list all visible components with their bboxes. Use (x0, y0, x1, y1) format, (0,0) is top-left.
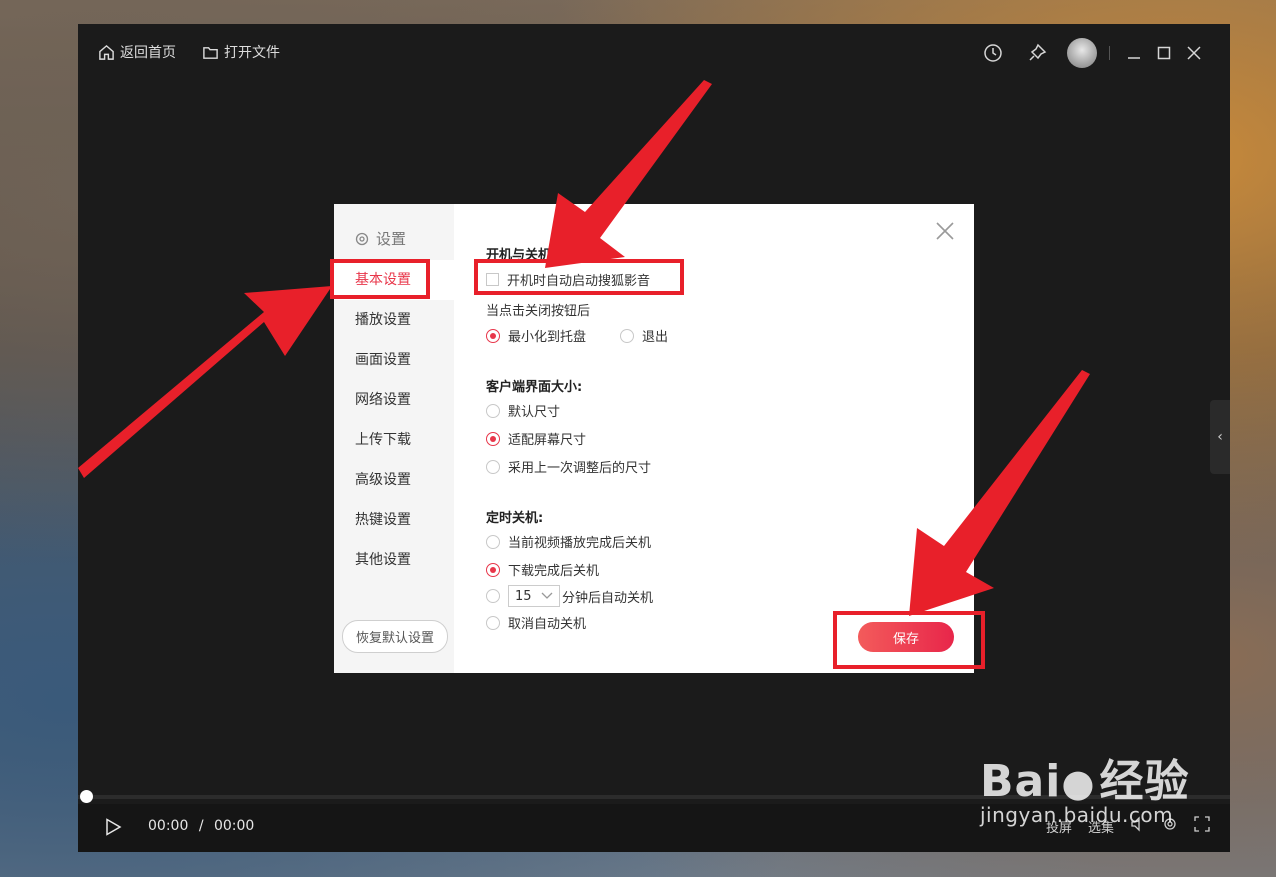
option-label: 适配屏幕尺寸 (508, 433, 587, 448)
option-label: 最小化到托盘 (508, 330, 587, 345)
option-label: 退出 (642, 330, 669, 345)
radio-button[interactable] (486, 562, 500, 577)
radio-default-size[interactable]: 默认尺寸 (486, 401, 560, 420)
radio-shutdown-after-download[interactable]: 下载完成后关机 (486, 560, 599, 579)
time-separator: / (198, 818, 204, 834)
nav-basic[interactable]: 基本设置 (334, 260, 454, 300)
time-current: 00:00 (148, 818, 189, 834)
time-display: 00:00 / 00:00 (148, 818, 254, 834)
minutes-select[interactable]: 15 (508, 585, 560, 607)
nav-playback[interactable]: 播放设置 (334, 300, 454, 340)
chevron-down-icon (541, 592, 553, 599)
radio-button[interactable] (486, 615, 500, 630)
settings-sidebar: 设置 基本设置 播放设置 画面设置 网络设置 上传下载 高级设置 热键设置 其他… (334, 204, 454, 673)
play-icon[interactable] (104, 818, 122, 840)
nav-other[interactable]: 其他设置 (334, 540, 454, 580)
checkbox[interactable] (486, 273, 499, 286)
nav-network[interactable]: 网络设置 (334, 380, 454, 420)
maximize-icon[interactable] (1150, 39, 1178, 67)
radio-minimize-tray[interactable]: 最小化到托盘 (486, 326, 586, 345)
watermark-logo: Bai●经验 (980, 745, 1189, 809)
watermark-url: jingyan.baidu.com (980, 803, 1174, 827)
radio-button[interactable] (486, 431, 500, 446)
startup-section-title: 开机与关机 (486, 248, 552, 263)
folder-icon (203, 46, 218, 59)
gear-icon (355, 232, 369, 245)
radio-shutdown-after-video[interactable]: 当前视频播放完成后关机 (486, 532, 651, 551)
radio-shutdown-timer[interactable]: 15 分钟后自动关机 (486, 585, 653, 607)
avatar[interactable] (1067, 38, 1097, 68)
radio-button[interactable] (620, 328, 634, 343)
title-bar: 返回首页 打开文件 (78, 24, 1230, 80)
option-label: 采用上一次调整后的尺寸 (508, 461, 652, 476)
fullscreen-icon[interactable] (1194, 816, 1210, 836)
close-behavior-label: 当点击关闭按钮后 (486, 304, 591, 319)
divider (1109, 46, 1110, 60)
side-panel-toggle[interactable]: ‹ (1210, 400, 1230, 474)
home-label: 返回首页 (120, 45, 176, 61)
nav-hotkeys[interactable]: 热键设置 (334, 500, 454, 540)
autostart-label: 开机时自动启动搜狐影音 (507, 274, 651, 289)
home-icon (99, 44, 114, 60)
minutes-value: 15 (515, 588, 532, 604)
radio-cancel-shutdown[interactable]: 取消自动关机 (486, 613, 586, 632)
minimize-icon[interactable] (1120, 39, 1148, 67)
open-file-label: 打开文件 (224, 45, 280, 61)
watermark-brand: Bai (980, 756, 1062, 807)
baidu-watermark: Bai●经验 jingyan.baidu.com (980, 745, 1189, 827)
autostart-checkbox[interactable]: 开机时自动启动搜狐影音 (486, 270, 650, 289)
save-button[interactable]: 保存 (858, 622, 954, 652)
option-label: 下载完成后关机 (508, 564, 600, 579)
option-label: 取消自动关机 (508, 617, 587, 632)
pin-icon[interactable] (1023, 39, 1051, 67)
nav-advanced[interactable]: 高级设置 (334, 460, 454, 500)
watermark-brand-suffix: 经验 (1099, 756, 1190, 807)
nav-transfer[interactable]: 上传下载 (334, 420, 454, 460)
settings-title-text: 设置 (376, 230, 407, 248)
option-label: 分钟后自动关机 (562, 590, 654, 606)
restore-defaults-button[interactable]: 恢复默认设置 (342, 620, 448, 653)
open-file-button[interactable]: 打开文件 (202, 42, 280, 62)
radio-button[interactable] (486, 328, 500, 343)
size-section-title: 客户端界面大小: (486, 380, 583, 395)
radio-fit-screen[interactable]: 适配屏幕尺寸 (486, 429, 586, 448)
chevron-left-icon: ‹ (1217, 429, 1223, 445)
paw-icon: ● (1061, 761, 1096, 805)
home-button[interactable]: 返回首页 (98, 42, 176, 62)
settings-title: 设置 (354, 228, 406, 249)
option-label: 默认尺寸 (508, 405, 561, 420)
radio-button[interactable] (486, 403, 500, 418)
close-icon[interactable] (934, 220, 956, 242)
radio-button[interactable] (486, 459, 500, 474)
settings-dialog: 设置 基本设置 播放设置 画面设置 网络设置 上传下载 高级设置 热键设置 其他… (334, 204, 974, 673)
progress-handle[interactable] (80, 790, 93, 803)
option-label: 当前视频播放完成后关机 (508, 536, 652, 551)
radio-last-size[interactable]: 采用上一次调整后的尺寸 (486, 457, 651, 476)
close-icon[interactable] (1180, 39, 1208, 67)
radio-button[interactable] (486, 534, 500, 549)
history-icon[interactable] (979, 39, 1007, 67)
radio-button[interactable] (486, 589, 500, 603)
time-total: 00:00 (213, 818, 255, 834)
nav-display[interactable]: 画面设置 (334, 340, 454, 380)
shutdown-section-title: 定时关机: (486, 511, 544, 526)
radio-exit[interactable]: 退出 (620, 326, 668, 345)
